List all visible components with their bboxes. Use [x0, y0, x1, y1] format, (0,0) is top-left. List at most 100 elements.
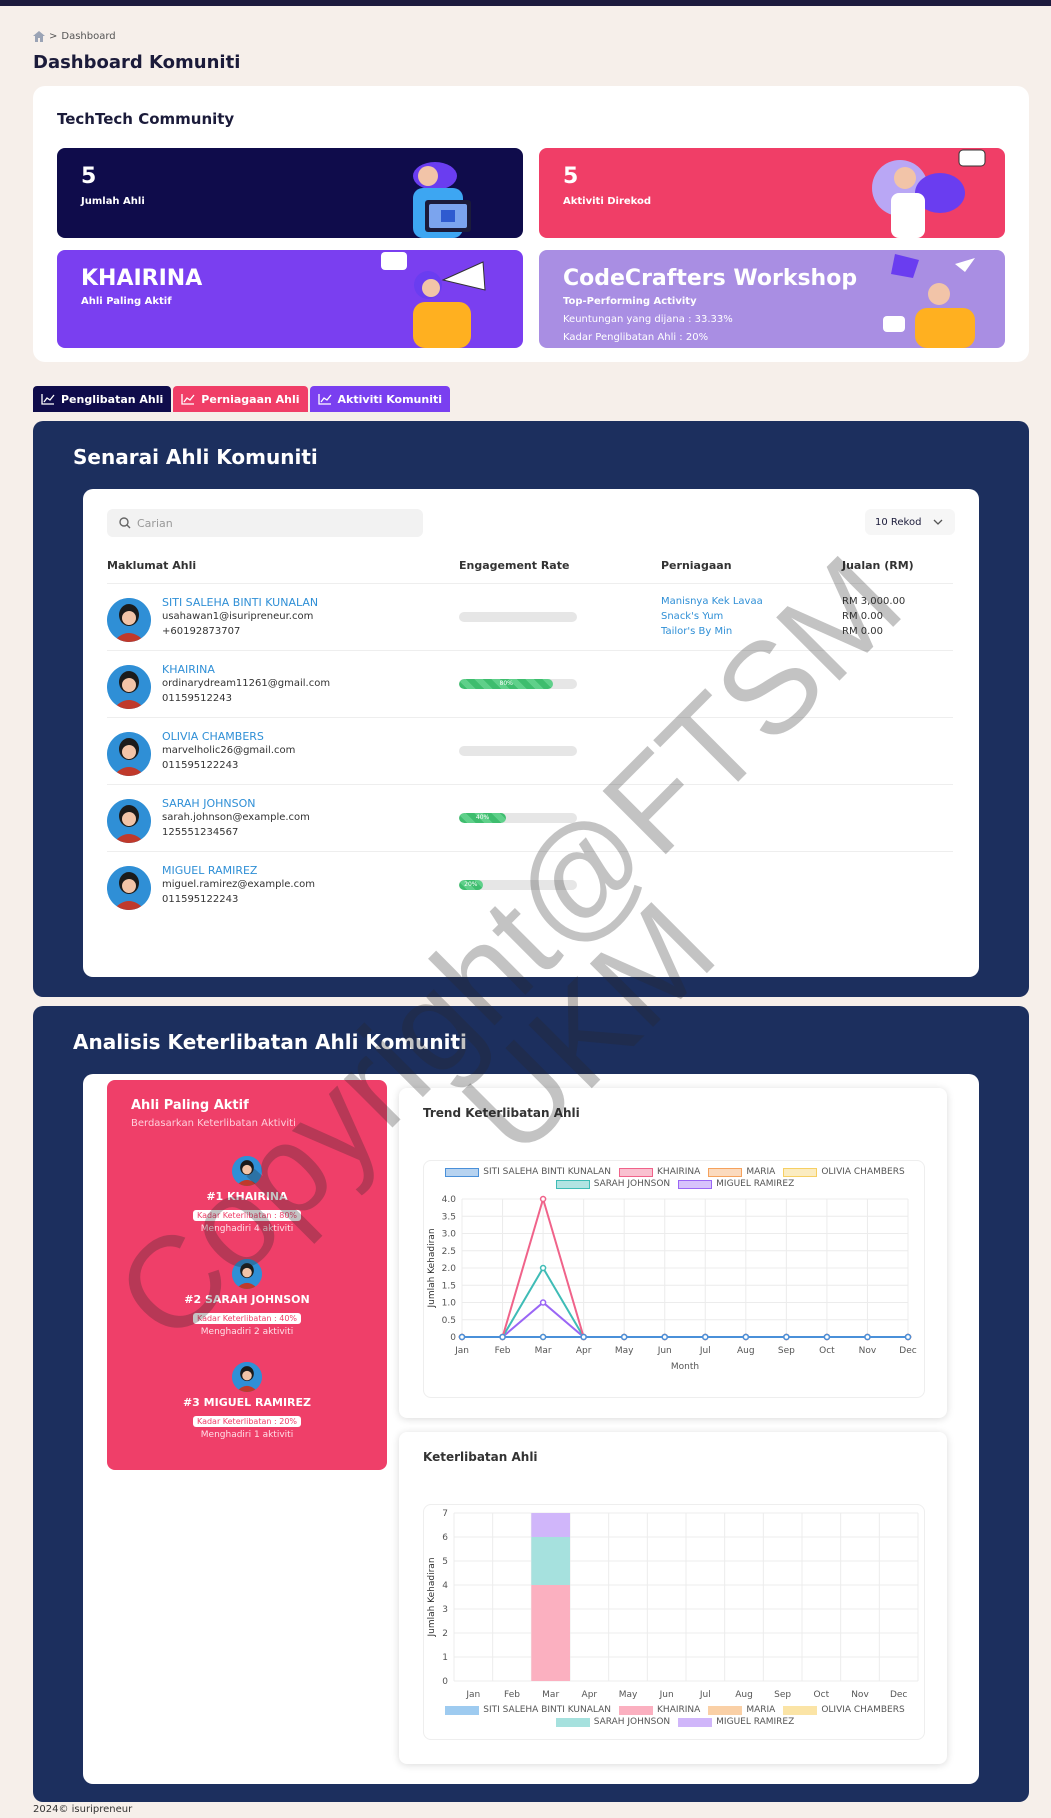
legend-item[interactable]: MIGUEL RAMIREZ: [678, 1717, 794, 1727]
data-point: [864, 1333, 871, 1341]
data-point: [539, 1264, 547, 1272]
y-tick-label: 2: [442, 1629, 448, 1639]
legend-label: MARIA: [746, 1705, 776, 1715]
data-point: [499, 1333, 506, 1341]
x-tick-label: Sep: [774, 1690, 791, 1700]
x-tick-label: Jan: [465, 1690, 480, 1700]
home-icon[interactable]: [33, 31, 45, 42]
business-link[interactable]: Snack's Yum: [661, 611, 723, 622]
laptop-illustration: [413, 162, 471, 238]
community-name: TechTech Community: [57, 110, 235, 128]
legend-item[interactable]: MARIA: [708, 1705, 775, 1715]
members-table-card: Carian 10 Rekod Maklumat Ahli Engagement…: [83, 489, 979, 977]
y-tick-label: 3.5: [442, 1212, 456, 1222]
avatar-icon: [232, 1156, 262, 1186]
most-active-members-card: Ahli Paling Aktif Berdasarkan Keterlibat…: [107, 1080, 387, 1470]
header-engagement-rate: Engagement Rate: [459, 559, 570, 572]
records-per-page-select[interactable]: 10 Rekod: [865, 509, 955, 535]
member-name[interactable]: MIGUEL RAMIREZ: [162, 864, 257, 877]
legend-swatch: [555, 1717, 590, 1727]
y-tick-label: 1: [442, 1653, 448, 1663]
search-icon: [119, 517, 131, 529]
y-tick-label: 7: [442, 1509, 448, 1519]
member-name[interactable]: SARAH JOHNSON: [162, 797, 255, 810]
bar-segment: [531, 1537, 570, 1585]
legend-item[interactable]: SITI SALEHA BINTI KUNALAN: [445, 1705, 611, 1715]
rank-attendance: Menghadiri 4 aktiviti: [200, 1224, 294, 1234]
legend-item[interactable]: OLIVIA CHAMBERS: [783, 1705, 905, 1715]
members-panel-title: Senarai Ahli Komuniti: [73, 445, 318, 469]
y-tick-label: 5: [442, 1557, 448, 1567]
data-point: [702, 1333, 709, 1341]
avatar: [107, 598, 151, 642]
table-row: OLIVIA CHAMBERS marvelholic26@gmail.com 01…: [107, 717, 953, 784]
table-row: MIGUEL RAMIREZ miguel.ramirez@example.com…: [107, 851, 953, 918]
y-tick-label: 0: [442, 1677, 448, 1687]
avatar: [232, 1362, 262, 1392]
data-point: [823, 1333, 831, 1341]
header-sales: Jualan (RM): [842, 559, 914, 572]
members-count: 5: [81, 164, 97, 189]
member-name[interactable]: OLIVIA CHAMBERS: [162, 730, 264, 743]
data-point: [620, 1333, 628, 1341]
legend-item[interactable]: SARAH JOHNSON: [555, 1717, 670, 1727]
bar-segment: [531, 1513, 570, 1537]
x-axis-label: Month: [671, 1362, 699, 1372]
member-name[interactable]: SITI SALEHA BINTI KUNALAN: [162, 596, 318, 609]
rank-rate-badge: Kadar Keterlibatan : 40%: [192, 1313, 302, 1324]
avatar-icon: [107, 665, 151, 709]
activities-label: Aktiviti Direkod: [563, 196, 652, 207]
legend-label: MIGUEL RAMIREZ: [716, 1717, 795, 1727]
rank-name: #3 MIGUEL RAMIREZ: [182, 1396, 312, 1409]
x-tick-label: Nov: [851, 1690, 869, 1700]
x-tick-label: Mar: [535, 1346, 552, 1356]
header-business: Perniagaan: [661, 559, 732, 572]
chart-line-icon: [317, 394, 332, 405]
legend-label: OLIVIA CHAMBERS: [821, 1705, 905, 1715]
footer: 2024© isuripreneur: [33, 1804, 133, 1815]
phone-illustration: [872, 149, 986, 238]
workshop-card: CodeCrafters Workshop Top-Performing Act…: [539, 250, 1005, 348]
y-tick-label: 1.5: [442, 1281, 456, 1291]
legend-label: KHAIRINA: [657, 1705, 701, 1715]
y-axis-label: Jumlah Kehadiran: [427, 1557, 437, 1637]
engagement-chart-legend: SITI SALEHA BINTI KUNALAN KHAIRINA MARIA OL…: [424, 1705, 926, 1727]
member-name[interactable]: KHAIRINA: [162, 663, 215, 676]
tab-perniagaan-ahli[interactable]: Perniagaan Ahli: [173, 386, 308, 412]
rank-rate-badge: Kadar Keterlibatan : 80%: [192, 1210, 302, 1221]
member-email: ordinarydream11261@gmail.com: [162, 678, 331, 689]
data-point: [661, 1333, 668, 1341]
most-active-card: KHAIRINA Ahli Paling Aktif: [57, 250, 523, 348]
community-summary: TechTech Community 5 Jumlah Ahli 5 Aktiv…: [33, 86, 1029, 362]
activities-card: 5 Aktiviti Direkod: [539, 148, 1005, 238]
business-link[interactable]: Manisnya Kek Lavaa: [661, 596, 763, 607]
members-panel: Senarai Ahli Komuniti Carian 10 Rekod Ma…: [33, 421, 1029, 997]
analysis-panel: Analisis Keterlibatan Ahli Komuniti Ahli…: [33, 1006, 1029, 1802]
tab-penglibatan-ahli[interactable]: Penglibatan Ahli: [33, 386, 172, 412]
member-phone: 011595122243: [162, 760, 239, 771]
legend-item[interactable]: KHAIRINA: [619, 1705, 700, 1715]
member-phone: 01159512243: [162, 693, 232, 704]
trend-chart-plot: 0 0.5 1.0 1.5 2.0 2.5 3.0 3.5 4.0 Jan Feb Mar Apr May…: [427, 1195, 917, 1372]
member-phone: +60192873707: [162, 626, 241, 637]
data-point: [539, 1333, 547, 1341]
x-tick-label: May: [619, 1690, 638, 1700]
chart-line-icon: [181, 394, 195, 405]
legend-swatch: [708, 1705, 743, 1715]
y-tick-label: 6: [442, 1533, 448, 1543]
y-tick-label: 3.0: [442, 1230, 457, 1240]
profit-text: Keuntungan yang dijana : 33.33%: [563, 314, 733, 325]
search-input[interactable]: Carian: [107, 509, 423, 537]
tab-aktiviti-komuniti[interactable]: Aktiviti Komuniti: [309, 386, 451, 412]
engagement-progress-fill: 40%: [459, 813, 507, 823]
business-link[interactable]: Tailor's By Min: [661, 626, 732, 637]
x-tick-label: Jun: [659, 1690, 674, 1700]
x-tick-label: Sep: [778, 1346, 795, 1356]
engagement-chart-card: Keterlibatan Ahli 0 1 2 3 4 5 6 7 Jan Feb Mar Apr Ma…: [399, 1432, 947, 1764]
y-tick-label: 2.0: [442, 1264, 457, 1274]
rank-item: #2 SARAH JOHNSON Kadar Keterlibatan : 40%…: [107, 1259, 387, 1337]
breadcrumb-current[interactable]: Dashboard: [61, 31, 115, 42]
y-tick-label: 3: [442, 1605, 448, 1615]
data-point: [904, 1333, 912, 1341]
top-activity-label: Top-Performing Activity: [563, 296, 697, 307]
